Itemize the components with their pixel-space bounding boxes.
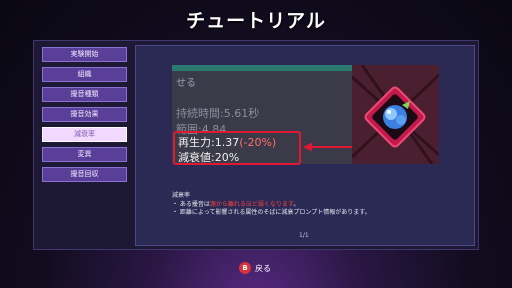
sidebar-item-tissue[interactable]: 組織 bbox=[42, 67, 127, 82]
b-button-icon: B bbox=[239, 262, 251, 274]
page-indicator: 1/1 bbox=[299, 232, 309, 239]
sidebar-item-decay[interactable]: 減衰率 bbox=[42, 127, 127, 142]
description-line-2: ・ 距離によって影響される属性のそばに減衰プロンプト情報があります。 bbox=[172, 209, 371, 216]
sidebar-item-recovery[interactable]: 擾音回収 bbox=[42, 167, 127, 182]
back-button[interactable]: B 戻る bbox=[239, 262, 271, 274]
regen-delta: (-20%) bbox=[239, 136, 277, 149]
sidebar-item-types[interactable]: 擾音種類 bbox=[42, 87, 127, 102]
regen-stat: 再生力:1.37(-20%) bbox=[178, 134, 276, 150]
crystal-cell-icon bbox=[350, 64, 441, 165]
tutorial-panel: 実験開始 組織 擾音種類 擾音効果 減衰率 変異 擾音回収 せる 持続時間:5.… bbox=[33, 40, 479, 250]
sidebar-item-mutation[interactable]: 変異 bbox=[42, 147, 127, 162]
page-title: チュートリアル bbox=[186, 10, 326, 32]
sidebar-item-effects[interactable]: 擾音効果 bbox=[42, 107, 127, 122]
pointer-arrow-icon bbox=[303, 142, 359, 152]
back-label: 戻る bbox=[255, 263, 271, 273]
preview-accent-bar bbox=[172, 65, 352, 71]
regen-label: 再生力:1.37 bbox=[178, 136, 240, 149]
preview-header: せる bbox=[176, 78, 196, 89]
duration-stat: 持続時間:5.61秒 bbox=[176, 107, 260, 120]
description-title: 減衰率 bbox=[172, 192, 191, 199]
item-icon-tile bbox=[350, 64, 441, 165]
sidebar-item-start[interactable]: 実験開始 bbox=[42, 47, 127, 62]
tutorial-content: せる 持続時間:5.61秒 範囲:4.84 再生力:1.37(-20%) 減衰値… bbox=[135, 45, 475, 246]
tutorial-sidebar: 実験開始 組織 擾音種類 擾音効果 減衰率 変異 擾音回収 bbox=[42, 47, 127, 187]
decay-stat: 減衰値:20% bbox=[178, 151, 240, 164]
